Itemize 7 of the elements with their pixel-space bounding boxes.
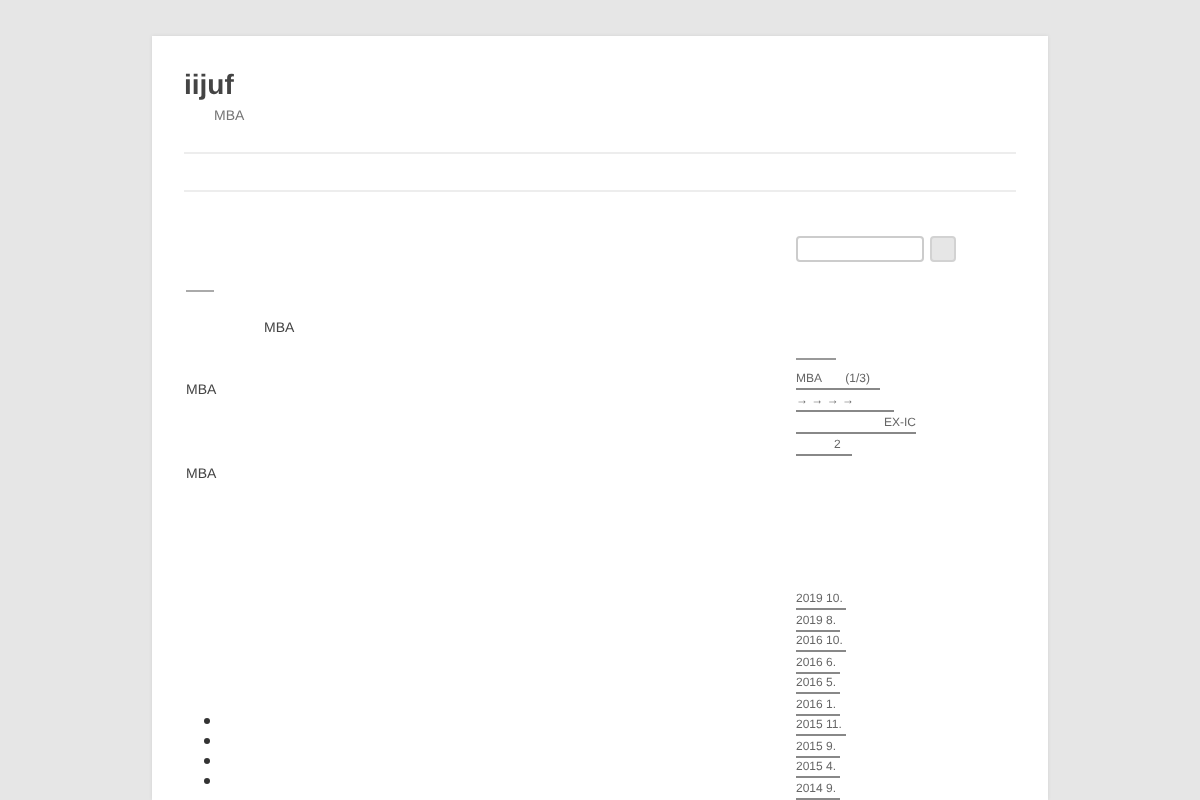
search-field[interactable] bbox=[796, 236, 924, 262]
search-button[interactable] bbox=[930, 236, 956, 262]
site-title[interactable]: iijuf bbox=[184, 68, 1016, 100]
bullet-icon bbox=[204, 758, 210, 764]
bullet-icon bbox=[204, 778, 210, 784]
bullet-icon bbox=[204, 738, 210, 744]
bullet-icon bbox=[204, 718, 210, 724]
